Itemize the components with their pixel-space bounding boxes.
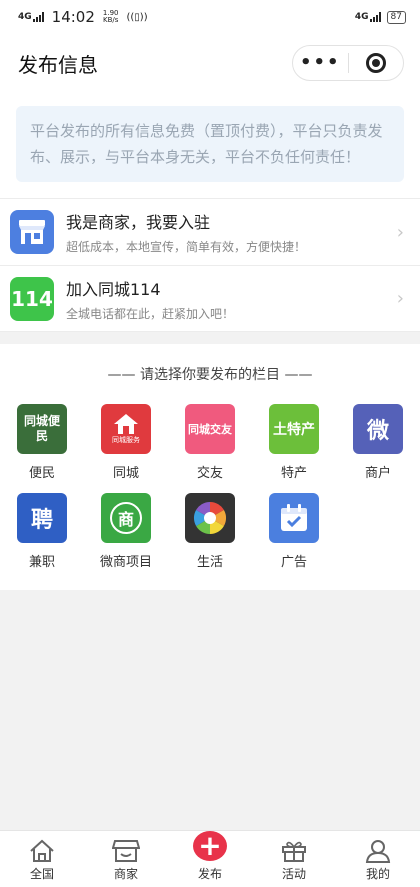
section-title: —— 请选择你要发布的栏目 —— <box>107 367 313 383</box>
category-techan[interactable]: 土特产 特产 <box>252 404 336 481</box>
notice-banner: 平台发布的所有信息免费（置顶付费），平台只负责发布、展示，与平台本身无关，平台不… <box>16 106 404 182</box>
tab-quanguo[interactable]: 全国 <box>0 831 84 887</box>
plus-icon: + <box>193 831 227 861</box>
pin-icon: 聘 <box>17 493 67 543</box>
techan-icon: 土特产 <box>269 404 319 454</box>
category-label: 兼职 <box>28 555 55 570</box>
camera-aperture-icon <box>185 493 235 543</box>
category-label: 生活 <box>196 555 223 570</box>
category-jiaoyou[interactable]: 同城交友 交友 <box>168 404 252 481</box>
merchant-join-entry[interactable]: 我是商家，我要入驻 超低成本，本地宣传，简单有效，方便快捷！ › <box>0 198 420 265</box>
tongcheng-house-icon: 同城服务 <box>101 404 151 454</box>
join-114-entry[interactable]: 114 加入同城114 全城电话都在此，赶紧加入吧！ › <box>0 265 420 332</box>
jiaoyou-icon: 同城交友 <box>185 404 235 454</box>
status-right: 4G 87 <box>355 10 406 24</box>
nav-bar: 发布信息 ••• <box>0 34 420 92</box>
category-label: 便民 <box>28 466 55 481</box>
tab-fabu[interactable]: + 发布 <box>168 831 252 887</box>
shang-icon: 商 <box>101 493 151 543</box>
entry-list: 我是商家，我要入驻 超低成本，本地宣传，简单有效，方便快捷！ › 114 加入同… <box>0 198 420 332</box>
tab-label: 全国 <box>29 867 54 881</box>
signal-icon: 4G <box>18 12 44 22</box>
page-title: 发布信息 <box>18 52 98 77</box>
tab-label: 商家 <box>113 867 138 881</box>
tab-label: 发布 <box>197 867 222 881</box>
entry-text: 我是商家，我要入驻 超低成本，本地宣传，简单有效，方便快捷！ <box>66 209 397 255</box>
category-shanghu[interactable]: 微 商户 <box>336 404 420 481</box>
category-weishang[interactable]: 商 微商项目 <box>84 493 168 570</box>
category-section: —— 请选择你要发布的栏目 —— 同城便民 便民 同城服务 同城 同城交友 交友… <box>0 344 420 590</box>
tab-label: 活动 <box>281 867 306 881</box>
notice-wrapper: 平台发布的所有信息免费（置顶付费），平台只负责发布、展示，与平台本身无关，平台不… <box>0 92 420 198</box>
gift-icon <box>282 841 306 862</box>
category-label: 微商项目 <box>99 555 152 570</box>
category-jianzhi[interactable]: 聘 兼职 <box>0 493 84 570</box>
more-options-button[interactable]: ••• <box>293 54 348 72</box>
status-bar: 4G 14:02 1.90 KB/s ((▯)) 4G 87 <box>0 0 420 34</box>
tab-wode[interactable]: 我的 <box>336 831 420 887</box>
chevron-right-icon: › <box>396 288 404 309</box>
category-label: 广告 <box>280 555 307 570</box>
category-label: 特产 <box>280 466 307 481</box>
entry-subtitle: 超低成本，本地宣传，简单有效，方便快捷！ <box>66 240 307 254</box>
signal-right-icon: 4G <box>355 12 381 22</box>
miniprogram-capsule: ••• <box>292 45 404 81</box>
category-label: 商户 <box>364 466 391 481</box>
calendar-check-icon <box>269 493 319 543</box>
category-guanggao[interactable]: 广告 <box>252 493 336 570</box>
close-miniprogram-button[interactable] <box>349 53 404 73</box>
entry-title: 我是商家，我要入驻 <box>66 213 211 232</box>
network-speed: 1.90 KB/s <box>102 9 119 24</box>
tab-huodong[interactable]: 活动 <box>252 831 336 887</box>
114-icon: 114 <box>10 276 54 321</box>
home-icon <box>30 839 54 862</box>
category-bianmin[interactable]: 同城便民 便民 <box>0 404 84 481</box>
category-label: 交友 <box>196 466 223 481</box>
user-icon <box>365 840 391 863</box>
status-left: 4G 14:02 1.90 KB/s ((▯)) <box>18 8 148 26</box>
chevron-right-icon: › <box>396 221 404 243</box>
network-type: 4G <box>18 12 32 22</box>
category-label: 同城 <box>112 466 139 481</box>
entry-text: 加入同城114 全城电话都在此，赶紧加入吧！ <box>66 276 397 322</box>
clock: 14:02 <box>51 8 95 26</box>
tongcheng-bianmin-icon: 同城便民 <box>17 404 67 454</box>
storefront-icon <box>10 210 54 254</box>
wei-bang-icon: 微 <box>353 404 403 454</box>
store-icon <box>112 840 140 862</box>
target-icon <box>365 53 386 73</box>
category-shenghuo[interactable]: 生活 <box>168 493 252 570</box>
bottom-tab-bar: 全国 商家 + 发布 活动 我的 <box>0 830 420 887</box>
tab-shangjia[interactable]: 商家 <box>84 831 168 887</box>
battery-icon: 87 <box>386 10 406 24</box>
category-grid: 同城便民 便民 同城服务 同城 同城交友 交友 土特产 特产 微 商户 聘 兼职… <box>0 404 420 570</box>
vibrate-icon: ((▯)) <box>126 11 148 23</box>
entry-subtitle: 全城电话都在此，赶紧加入吧！ <box>66 306 235 321</box>
entry-title: 加入同城114 <box>66 279 161 299</box>
tab-label: 我的 <box>365 867 390 881</box>
category-tongcheng[interactable]: 同城服务 同城 <box>84 404 168 481</box>
